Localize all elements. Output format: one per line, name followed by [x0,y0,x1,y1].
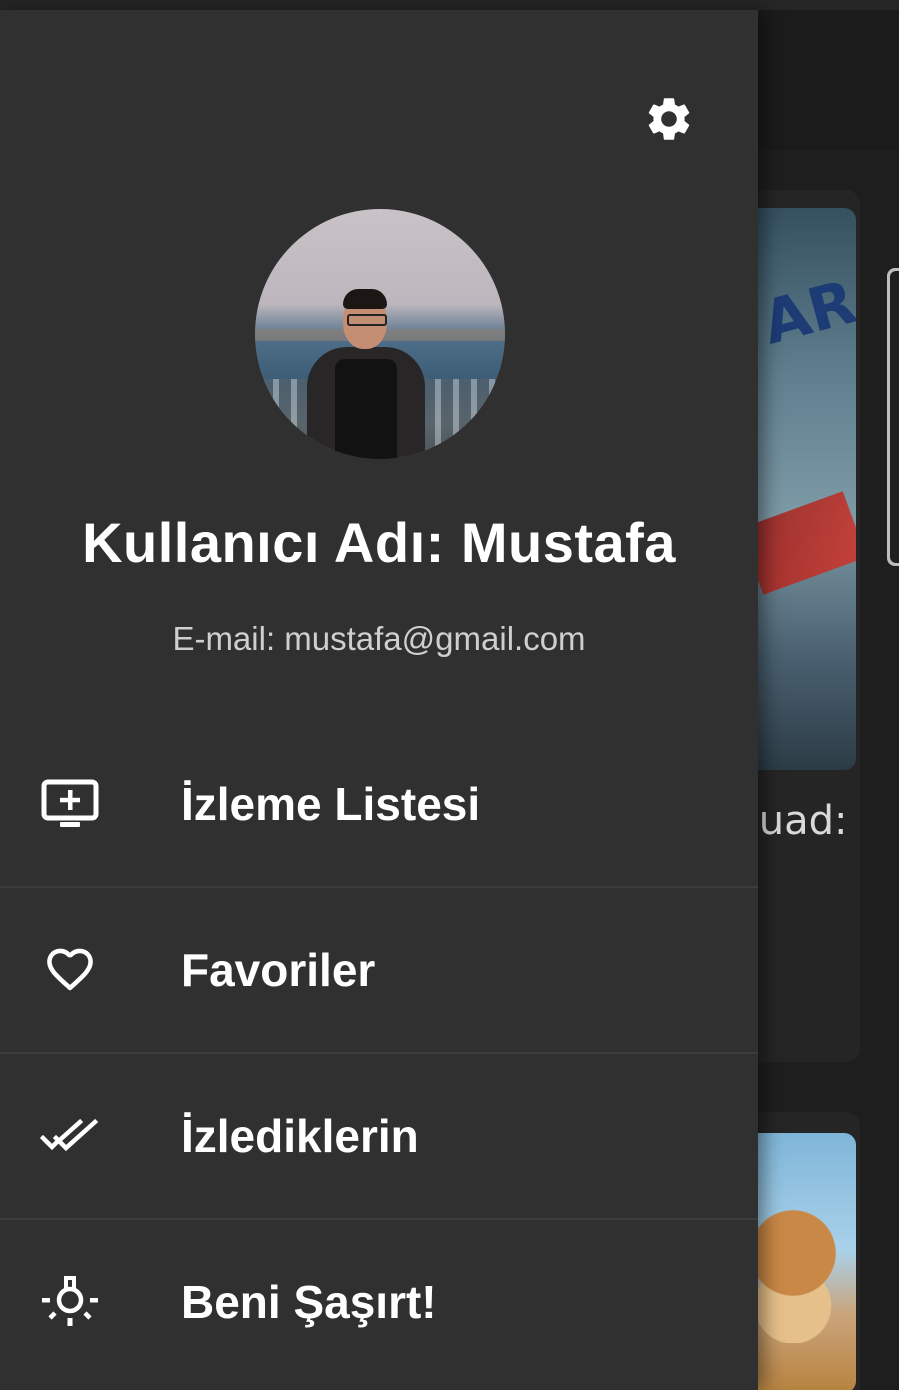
poster-artwork-title: AR [755,267,856,359]
drawer-menu: İzleme Listesi Favoriler İzlediklerin Be… [0,722,758,1384]
avatar-person-shirt [335,359,397,459]
menu-item-watched[interactable]: İzlediklerin [0,1054,758,1220]
menu-item-label: Favoriler [181,944,376,996]
gear-icon [643,93,695,150]
avatar-person-glasses [347,314,387,326]
status-bar [0,0,899,10]
email-label: E-mail: mustafa@gmail.com [172,620,586,657]
screen: AR Squad: i Kullanıcı Adı: Mustafa [0,0,899,1390]
avatar-person-hair [343,289,387,309]
menu-item-favorites[interactable]: Favoriler [0,888,758,1054]
scrollbar[interactable] [887,268,899,566]
settings-button[interactable] [640,92,698,150]
navigation-drawer: Kullanıcı Adı: Mustafa E-mail: mustafa@g… [0,10,758,1390]
movie-title-line-2: i [758,847,899,899]
movie-title-line-1: Squad: [758,798,848,844]
menu-item-watchlist[interactable]: İzleme Listesi [0,722,758,888]
lightbulb-icon [38,1270,102,1334]
add-to-list-tv-icon [38,772,102,836]
movie-title-partial: Squad: i [758,795,899,899]
double-check-icon [38,1104,102,1168]
menu-item-label: İzleme Listesi [181,778,481,830]
heart-icon [38,938,102,1002]
menu-item-label: Beni Şaşırt! [181,1276,437,1328]
menu-item-label: İzlediklerin [181,1110,419,1162]
avatar[interactable] [255,209,505,459]
menu-item-surprise-me[interactable]: Beni Şaşırt! [0,1220,758,1384]
username-label: Kullanıcı Adı: Mustafa [82,511,676,574]
